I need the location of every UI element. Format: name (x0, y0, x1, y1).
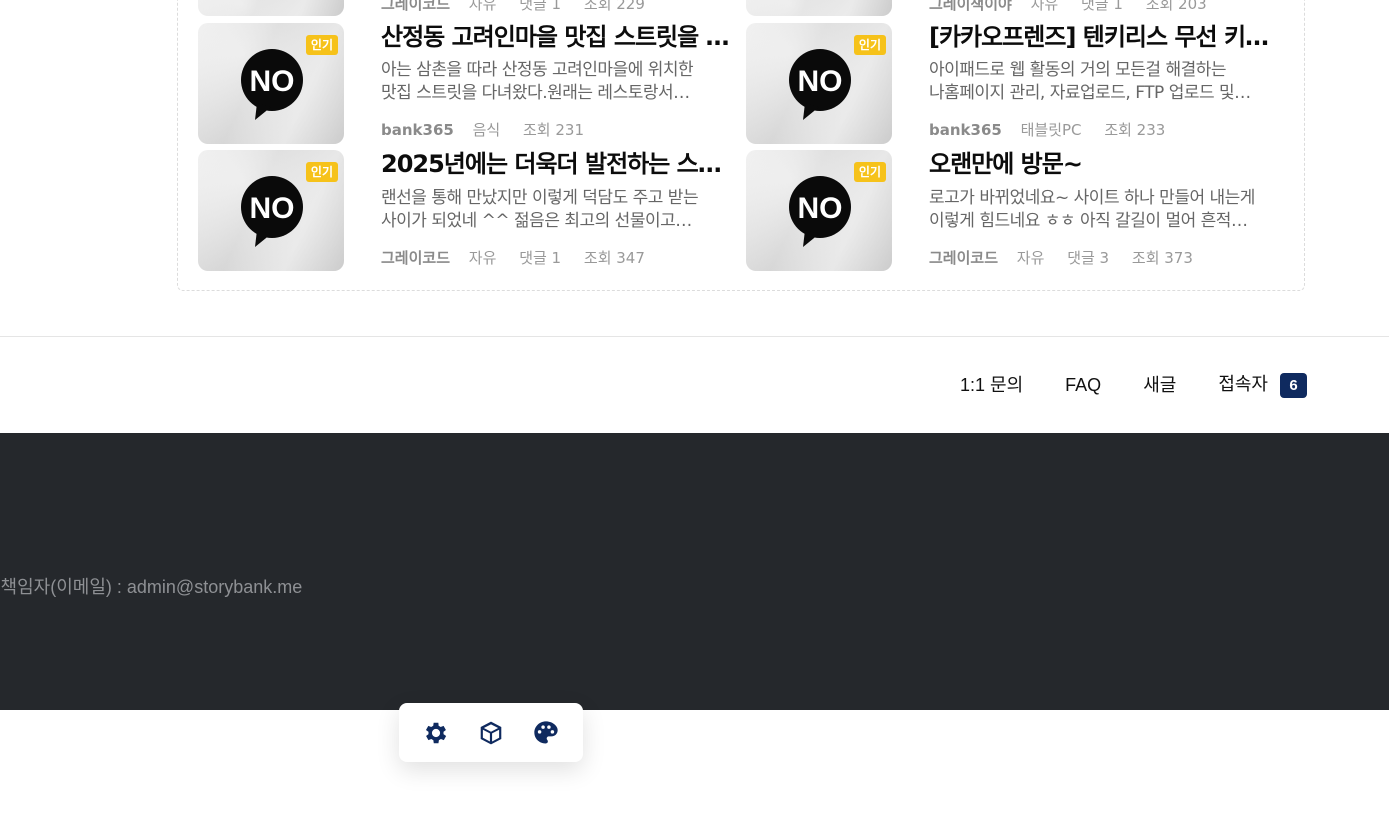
post-excerpt-line: 이렇게 힘드네요 ㅎㅎ 아직 갈길이 멀어 흔적… (929, 211, 1248, 231)
footer-links: 1:1 문의 FAQ 새글 접속자 6 (918, 371, 1307, 398)
post-excerpt[interactable]: 랜선을 통해 만났지만 이렇게 덕담도 주고 받는 사이가 되었네 ^^ 젊음은… (381, 187, 737, 233)
post-thumbnail[interactable]: NO 인기 (198, 150, 344, 271)
svg-text:NO: NO (798, 65, 843, 98)
faq-link[interactable]: FAQ (1065, 372, 1101, 398)
post-thumbnail[interactable]: NO 인기 (198, 23, 344, 144)
post-excerpt[interactable]: 로고가 바뀌었네요~ 사이트 하나 만들어 내는게 이렇게 힘드네요 ㅎㅎ 아직… (929, 187, 1285, 233)
post-comments: 댓글 1 (519, 249, 562, 267)
post-excerpt[interactable]: 아는 삼촌을 따라 산정동 고려인마을에 위치한 맛집 스트릿을 다녀왔다.원래… (381, 59, 737, 105)
settings-button[interactable] (420, 717, 452, 749)
popular-badge: 인기 (305, 162, 338, 182)
post-views: 조회 231 (523, 121, 584, 139)
post-excerpt-line: 랜선을 통해 만났지만 이렇게 덕담도 주고 받는 (381, 188, 699, 208)
new-posts-link[interactable]: 새글 (1143, 372, 1176, 398)
post-author[interactable]: bank365 (381, 121, 454, 139)
modules-button[interactable] (475, 717, 507, 749)
post-meta: bank365 태블릿PC 조회 233 (929, 120, 1183, 140)
post-thumbnail[interactable]: NO 인기 (746, 150, 892, 271)
post-excerpt-line: 아이패드로 웹 활동의 거의 모든걸 해결하는 (929, 60, 1227, 80)
floating-toolbar (399, 703, 583, 762)
post-meta: 그레이코드 자유 댓글 3 조회 373 (929, 248, 1211, 268)
no-image-icon: NO (241, 176, 303, 247)
post-category: 자유 (1016, 249, 1045, 267)
visitors-link[interactable]: 접속자 6 (1218, 371, 1307, 398)
palette-icon (533, 720, 558, 743)
footer-contact-info: 보책임자(이메일) : admin@storybank.me (0, 577, 303, 597)
post-excerpt-line: 사이가 되었네 ^^ 젊음은 최고의 선물이고… (381, 211, 692, 231)
svg-text:NO: NO (250, 65, 295, 98)
post-title[interactable]: 2025년에는 더욱더 발전하는 스토리뱅크 (381, 149, 737, 179)
post-category: 태블릿PC (1020, 121, 1082, 139)
no-image-icon: NO (789, 176, 851, 247)
post-author[interactable]: 그레이코드 (381, 249, 450, 267)
post-excerpt-line: 나홈페이지 관리, 자료업로드, FTP 업로드 및… (929, 83, 1251, 103)
post-views: 조회 233 (1104, 121, 1166, 139)
popular-badge: 인기 (305, 35, 338, 55)
post-comments: 댓글 3 (1067, 249, 1110, 267)
gear-icon (426, 722, 447, 743)
post-thumbnail[interactable]: NO 인기 (746, 23, 892, 144)
visitors-label: 접속자 (1218, 374, 1268, 394)
popular-badge: 인기 (853, 162, 886, 182)
svg-text:NO: NO (250, 192, 295, 225)
svg-text:NO: NO (798, 192, 843, 225)
site-footer: 보책임자(이메일) : admin@storybank.me (0, 433, 1389, 710)
post-meta: bank365 음식 조회 231 (381, 120, 602, 140)
post-views: 조회 373 (1131, 249, 1193, 267)
no-image-icon: NO (241, 49, 303, 120)
post-excerpt-line: 로고가 바뀌었네요~ 사이트 하나 만들어 내는게 (929, 188, 1255, 208)
post-excerpt[interactable]: 아이패드로 웹 활동의 거의 모든걸 해결하는 나홈페이지 관리, 자료업로드,… (929, 59, 1285, 105)
post-title[interactable]: 오랜만에 방문~ (929, 149, 1279, 179)
section-divider (0, 336, 1389, 337)
post-title[interactable]: [카카오프렌즈] 텐키리스 무선 키보드 (929, 22, 1279, 52)
post-author[interactable]: bank365 (929, 121, 1002, 139)
post-title[interactable]: 산정동 고려인마을 맛집 스트릿을 다녀왔다 (381, 22, 737, 52)
visitor-count-badge: 6 (1280, 373, 1307, 398)
post-author[interactable]: 그레이코드 (929, 249, 998, 267)
inquiry-link[interactable]: 1:1 문의 (960, 372, 1023, 398)
theme-button[interactable] (530, 717, 562, 749)
cube-icon (480, 721, 502, 744)
post-views: 조회 347 (583, 249, 645, 267)
post-category: 자유 (468, 249, 497, 267)
post-category: 음식 (472, 121, 501, 139)
post-meta: 그레이코드 자유 댓글 1 조회 347 (381, 248, 663, 268)
post-excerpt-line: 아는 삼촌을 따라 산정동 고려인마을에 위치한 (381, 60, 694, 80)
popular-badge: 인기 (853, 35, 886, 55)
post-excerpt-line: 맛집 스트릿을 다녀왔다.원래는 레스토랑서… (381, 83, 690, 103)
no-image-icon: NO (789, 49, 851, 120)
